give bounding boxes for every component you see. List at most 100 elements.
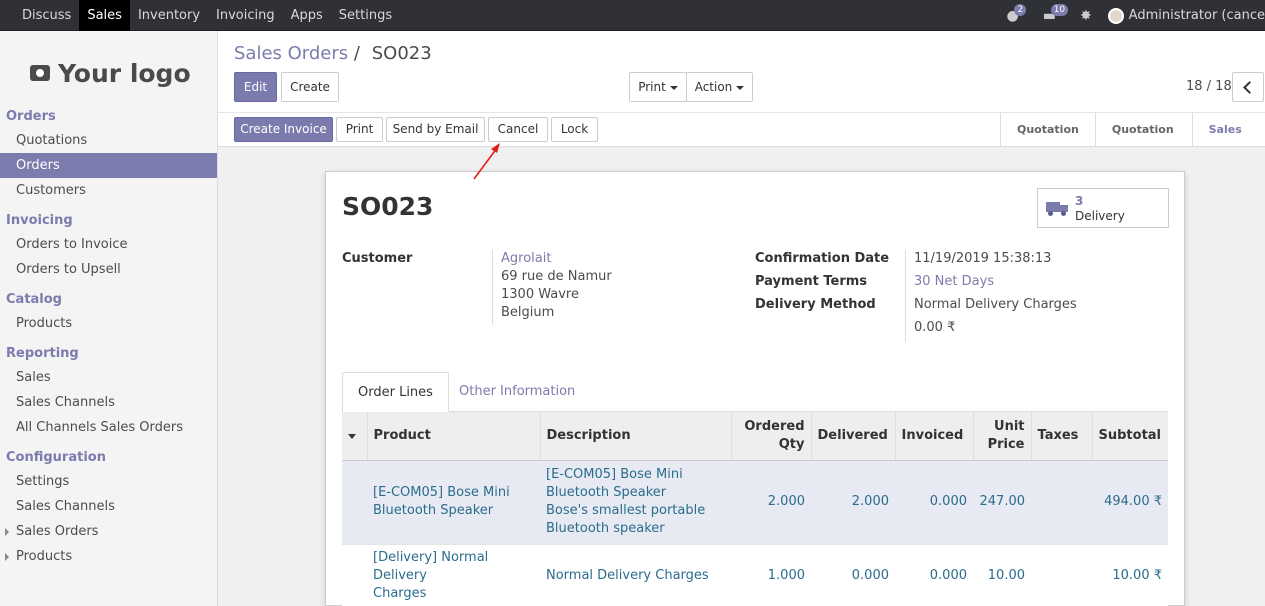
col-unit-price-line2: Price [987,436,1025,452]
cell-taxes[interactable] [1031,460,1092,545]
logo-text: Your logo [58,58,191,88]
cell-subtotal: 10.00 ₹ [1092,544,1168,606]
payment-terms-link[interactable]: 30 Net Days [914,274,994,289]
status-quotation-sent[interactable]: Quotation Sent [1094,113,1192,170]
caret-down-icon [736,85,745,90]
app-menu: Discuss Sales Inventory Invoicing Apps S… [14,0,400,31]
table-row[interactable]: [Delivery] Normal Delivery Charges Normal… [342,544,1168,606]
sidebar-item-products[interactable]: Products [0,311,217,336]
cell-description[interactable]: Normal Delivery Charges [540,544,731,606]
table-header-row: Product Description Ordered Qty Delivered… [342,412,1168,461]
print-button[interactable]: Print [336,117,383,142]
print-dropdown[interactable]: Print [629,72,687,102]
print-dropdown-label: Print [638,80,666,94]
sidebar-item-customers[interactable]: Customers [0,178,217,203]
create-button[interactable]: Create [281,72,339,102]
col-unit-price-line1: Unit [994,418,1025,434]
col-unit-price[interactable]: Unit Price [973,412,1032,461]
activity-icon[interactable]: ▬ 10 [1043,3,1069,24]
status-quotation[interactable]: Quotation [1000,113,1095,147]
sidebar-item-label: Sales Orders [16,524,99,539]
sidebar-item-config-sales-orders[interactable]: Sales Orders [0,519,217,544]
section-orders: Orders [6,109,56,124]
user-menu[interactable]: Administrator (cance [1129,8,1265,23]
divider [905,250,906,342]
tab-other-information[interactable]: Other Information [444,372,590,412]
menu-settings[interactable]: Settings [331,0,400,31]
menu-invoicing[interactable]: Invoicing [208,0,283,31]
delivery-method-label: Delivery Method [755,297,876,312]
menu-inventory[interactable]: Inventory [130,0,208,31]
create-invoice-button[interactable]: Create Invoice [234,117,333,142]
cell-product[interactable]: [E-COM05] Bose Mini Bluetooth Speaker [367,460,540,545]
messaging-icon[interactable]: ● 2 [1006,3,1027,24]
cell-delivered[interactable]: 0.000 [811,544,895,606]
status-bar: Quotation Quotation Sent Sales Ord [1000,113,1265,170]
sidebar-item-orders-to-invoice[interactable]: Orders to Invoice [0,232,217,257]
order-title: SO023 [342,192,434,221]
cell-product-line1: [Delivery] Normal Delivery [373,549,489,583]
breadcrumb-current: SO023 [371,43,432,64]
delivery-smart-button[interactable]: 3 Delivery [1037,188,1169,228]
confirmation-date-value: 11/19/2019 15:38:13 [914,251,1052,266]
delivery-method-value: Normal Delivery Charges [914,297,1077,312]
address-line-3: Belgium [501,305,555,320]
cell-description[interactable]: [E-COM05] Bose Mini Bluetooth Speaker Bose… [540,460,731,545]
cell-description-line1: [E-COM05] Bose Mini [546,467,683,482]
col-ordered-qty[interactable]: Ordered Qty [731,412,812,461]
customer-link[interactable]: Agrolait [501,251,551,266]
avatar[interactable] [1107,7,1124,24]
menu-apps[interactable]: Apps [283,0,331,31]
caret-down-icon [669,85,678,90]
pager-value[interactable]: 18 / 18 [1186,79,1232,94]
cell-ordered-qty[interactable]: 2.000 [731,460,811,545]
cell-taxes[interactable] [1031,544,1092,606]
divider [492,250,493,325]
tab-order-lines[interactable]: Order Lines [342,372,449,412]
truck-icon [1046,202,1068,216]
col-taxes[interactable]: Taxes [1031,412,1093,461]
breadcrumb-parent[interactable]: Sales Orders [234,43,348,64]
col-product[interactable]: Product [367,412,541,461]
col-subtotal[interactable]: Subtotal [1092,412,1168,461]
menu-discuss[interactable]: Discuss [14,0,79,31]
cell-description-line4: Bluetooth speaker [546,521,665,536]
pager-previous-button[interactable] [1232,72,1264,102]
action-dropdown[interactable]: Action [686,72,753,102]
cell-ordered-qty[interactable]: 1.000 [731,544,811,606]
sidebar-item-config-sales-channels[interactable]: Sales Channels [0,494,217,519]
col-invoiced[interactable]: Invoiced [895,412,974,461]
cell-invoiced[interactable]: 0.000 [895,544,973,606]
cell-invoiced[interactable]: 0.000 [895,460,973,545]
status-sales-order[interactable]: Sales Ord [1191,113,1265,170]
col-ordered-qty-line1: Ordered [744,418,805,434]
sidebar-item-orders-to-upsell[interactable]: Orders to Upsell [0,257,217,282]
cell-product[interactable]: [Delivery] Normal Delivery Charges [367,544,540,606]
send-by-email-button[interactable]: Send by Email [386,117,485,142]
bug-icon[interactable]: ✸ [1080,8,1092,24]
sort-column[interactable] [342,412,368,461]
col-description[interactable]: Description [540,412,732,461]
cell-description-line3: Bose's smallest portable [546,503,706,518]
table-row[interactable]: [E-COM05] Bose Mini Bluetooth Speaker [E-… [342,460,1168,545]
sidebar-item-report-sales[interactable]: Sales [0,365,217,390]
customer-label: Customer [342,251,413,266]
sidebar-item-settings[interactable]: Settings [0,469,217,494]
col-delivered[interactable]: Delivered [811,412,896,461]
cell-delivered[interactable]: 2.000 [811,460,895,545]
sidebar-item-orders[interactable]: Orders [0,153,217,178]
sidebar-item-report-sales-channels[interactable]: Sales Channels [0,390,217,415]
cell-unit-price[interactable]: 247.00 [973,460,1031,545]
cell-unit-price[interactable]: 10.00 [973,544,1031,606]
edit-button[interactable]: Edit [234,72,277,102]
cell-product-line1: [E-COM05] Bose Mini [373,485,510,500]
activity-badge: 10 [1050,3,1069,16]
payment-terms-label: Payment Terms [755,274,868,289]
sidebar-item-quotations[interactable]: Quotations [0,128,217,153]
cancel-button[interactable]: Cancel [488,117,548,142]
sidebar-item-all-channels[interactable]: All Channels Sales Orders [0,415,217,440]
sidebar-item-config-products[interactable]: Products [0,544,217,569]
confirmation-date-label: Confirmation Date [755,251,890,266]
menu-sales[interactable]: Sales [79,0,130,31]
lock-button[interactable]: Lock [551,117,598,142]
